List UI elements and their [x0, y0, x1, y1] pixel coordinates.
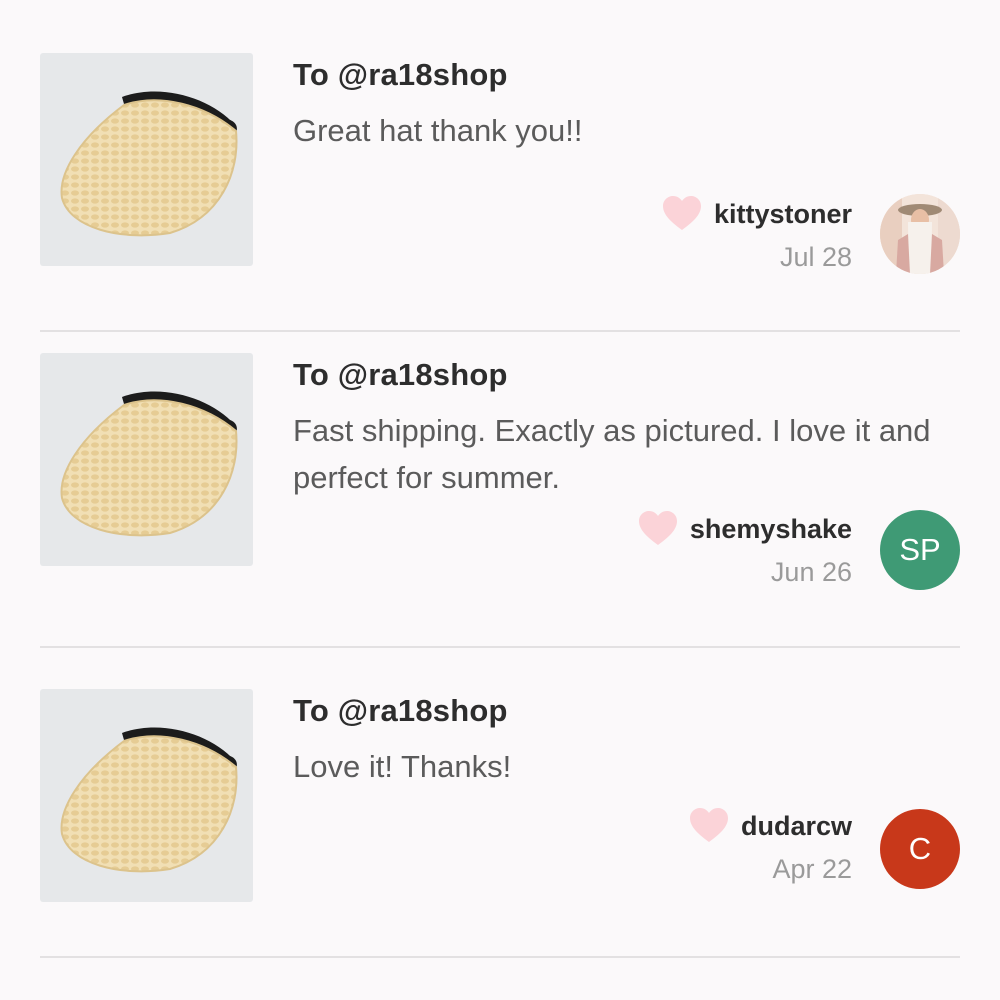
review-recipient[interactable]: To @ra18shop: [293, 693, 508, 729]
heart-icon: [638, 511, 677, 545]
product-thumbnail[interactable]: [40, 53, 253, 266]
review-meta: kittystoner Jul 28: [662, 196, 852, 273]
review-recipient[interactable]: To @ra18shop: [293, 357, 508, 393]
product-thumbnail[interactable]: [40, 689, 253, 902]
review-item: To @ra18shop Love it! Thanks! dudarcw Ap…: [0, 689, 1000, 979]
review-date: Jul 28: [779, 242, 852, 272]
reviewer-avatar[interactable]: C: [880, 809, 960, 889]
review-meta: dudarcw Apr 22: [689, 808, 852, 885]
straw-visor-hat-image: [60, 727, 238, 873]
straw-visor-hat-image: [60, 391, 238, 537]
review-message: Love it! Thanks!: [293, 749, 512, 784]
divider: [40, 330, 960, 332]
product-thumbnail[interactable]: [40, 353, 253, 566]
reviewer-username[interactable]: dudarcw: [741, 811, 852, 842]
heart-icon: [689, 808, 728, 842]
heart-icon: [662, 196, 701, 230]
straw-visor-hat-image: [60, 91, 238, 237]
divider: [40, 956, 960, 958]
review-list: To @ra18shop Great hat thank you!! kitty…: [0, 0, 1000, 1000]
review-item: To @ra18shop Fast shipping. Exactly as p…: [0, 353, 1000, 653]
avatar-initials: C: [908, 831, 932, 866]
review-message: Great hat thank you!!: [293, 113, 583, 148]
review-item: To @ra18shop Great hat thank you!! kitty…: [0, 53, 1000, 333]
review-message: Fast shipping. Exactly as pictured. I lo…: [293, 413, 931, 495]
review-meta: shemyshake Jun 26: [638, 511, 852, 588]
review-recipient[interactable]: To @ra18shop: [293, 57, 508, 93]
reviewer-avatar[interactable]: [880, 194, 960, 274]
reviewer-username[interactable]: shemyshake: [690, 514, 852, 545]
review-date: Jun 26: [770, 557, 852, 587]
reviewer-avatar[interactable]: SP: [880, 510, 960, 590]
review-date: Apr 22: [772, 854, 852, 884]
avatar-initials: SP: [899, 532, 941, 567]
divider: [40, 646, 960, 648]
reviewer-username[interactable]: kittystoner: [714, 199, 852, 230]
avatar-photo: [880, 194, 960, 274]
